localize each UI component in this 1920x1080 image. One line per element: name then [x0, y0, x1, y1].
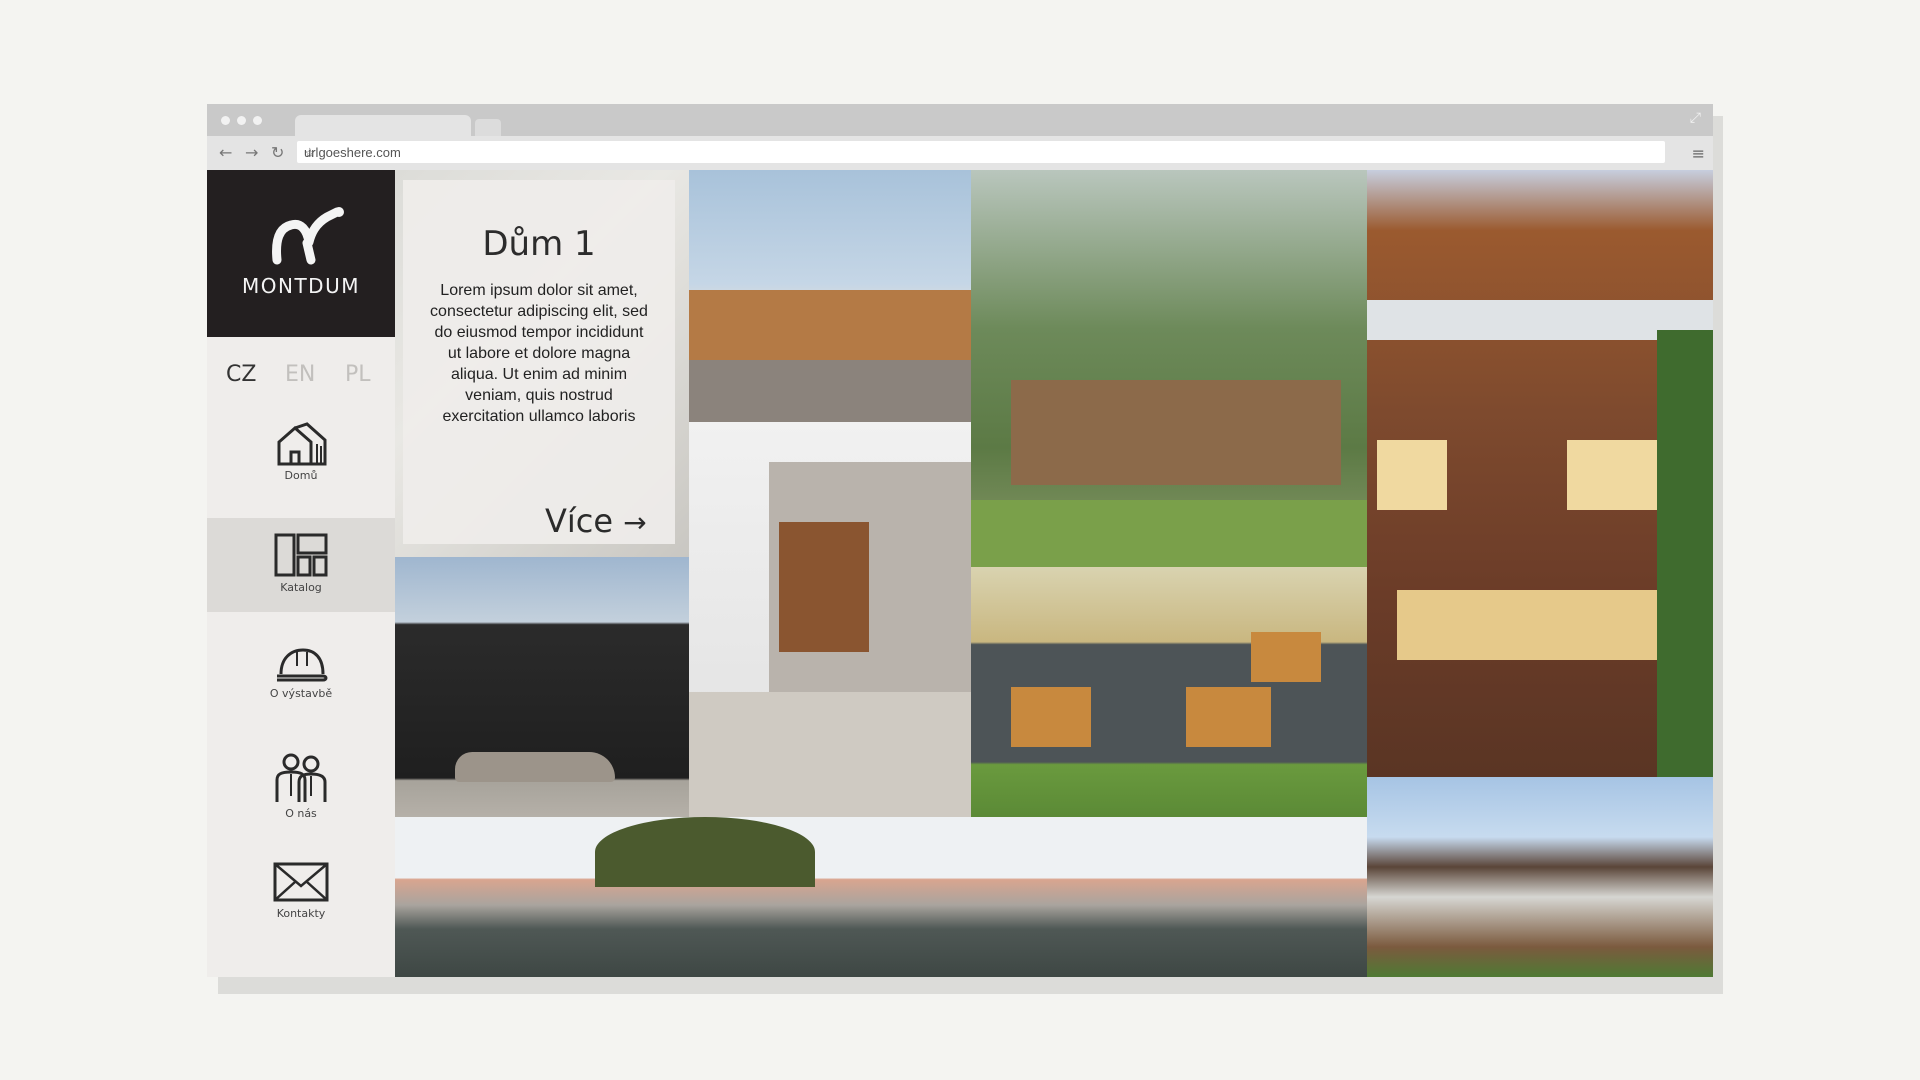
house-photo-low-modern[interactable] [395, 817, 1367, 977]
new-tab-button[interactable] [475, 119, 501, 136]
page-content: MONTDUM CZ EN PL Domů Katalog O výstavbě… [207, 170, 1713, 977]
window-lit [1567, 440, 1657, 510]
browser-tab[interactable] [295, 115, 471, 136]
url-field[interactable]: urlgoeshere.com ☆ [297, 141, 1665, 163]
logo[interactable]: MONTDUM [207, 170, 395, 337]
people-icon [275, 753, 327, 802]
back-icon[interactable]: ← [219, 143, 232, 162]
envelope-icon [273, 862, 329, 902]
house-photo-grey-cube[interactable] [971, 567, 1367, 817]
sidebar-item-o-vystavbe[interactable]: O výstavbě [207, 644, 395, 724]
more-link[interactable]: Více → [545, 502, 647, 540]
reload-icon[interactable]: ↻ [271, 143, 284, 162]
bookmark-star-icon[interactable]: ☆ [304, 145, 1655, 161]
house-photo-grey-wood[interactable] [689, 422, 971, 817]
sidebar-item-label: Kontakty [276, 907, 326, 920]
sidebar-item-kontakty[interactable]: Kontakty [207, 860, 395, 940]
logo-icon [272, 207, 344, 265]
window-dot-maximize[interactable] [253, 116, 262, 125]
sidebar-item-label: O nás [285, 807, 317, 820]
window-lit [1377, 440, 1447, 510]
driveway [689, 692, 971, 817]
sidebar-item-label: O výstavbě [269, 687, 333, 700]
wood-cladding [779, 522, 869, 652]
window-dot-close[interactable] [221, 116, 230, 125]
sidebar-item-o-nas[interactable]: O nás [207, 752, 395, 836]
house-photo-wood-cabin[interactable] [689, 170, 971, 422]
card-title: Dům 1 [482, 224, 596, 264]
window-frame [1251, 632, 1321, 682]
forward-icon[interactable]: → [245, 143, 258, 162]
lang-cz[interactable]: CZ [226, 362, 256, 387]
house-facade [689, 290, 971, 360]
logo-text: MONTDUM [242, 274, 360, 298]
browser-menu-icon[interactable]: ≡ [1692, 144, 1705, 163]
sidebar-item-domu[interactable]: Domů [207, 422, 395, 504]
address-bar: ← → ↻ urlgoeshere.com ☆ ≡ [207, 136, 1713, 170]
lang-pl[interactable]: PL [345, 362, 371, 387]
window-dot-minimize[interactable] [237, 116, 246, 125]
lawn [971, 500, 1367, 567]
house-photo-black-barn[interactable] [395, 557, 689, 817]
driveway [689, 360, 971, 422]
card-text: Lorem ipsum dolor sit amet, consectetur … [430, 282, 648, 425]
tree [595, 817, 815, 887]
expand-icon[interactable]: ⤢ [1690, 110, 1701, 126]
layout-grid-icon [274, 533, 328, 577]
house-facade [1011, 380, 1341, 485]
houses-icon [277, 422, 327, 466]
tree [1657, 330, 1713, 777]
sidebar: MONTDUM CZ EN PL Domů Katalog O výstavbě… [207, 170, 395, 977]
hard-hat-icon [277, 648, 328, 682]
house-photo-forest-modern[interactable] [971, 170, 1367, 567]
sidebar-item-katalog[interactable]: Katalog [207, 518, 395, 612]
sidebar-item-label: Katalog [280, 581, 322, 594]
window-frame [1186, 687, 1271, 747]
more-label: Více [545, 502, 614, 540]
sidebar-item-label: Domů [284, 469, 318, 482]
arrow-right-icon: → [623, 506, 647, 539]
window-frame [1011, 687, 1091, 747]
info-card: Dům 1 Lorem ipsum dolor sit amet, consec… [403, 180, 675, 544]
title-bar: ⤢ [207, 104, 1713, 136]
house-photo-pavilion[interactable] [1367, 777, 1713, 977]
window-lit [1397, 590, 1677, 660]
lang-en[interactable]: EN [285, 362, 315, 387]
browser-window: ⤢ ← → ↻ urlgoeshere.com ☆ ≡ MONTDUM CZ E… [207, 104, 1713, 977]
car [455, 752, 615, 782]
house-photo-wood-tall[interactable] [1367, 170, 1713, 777]
